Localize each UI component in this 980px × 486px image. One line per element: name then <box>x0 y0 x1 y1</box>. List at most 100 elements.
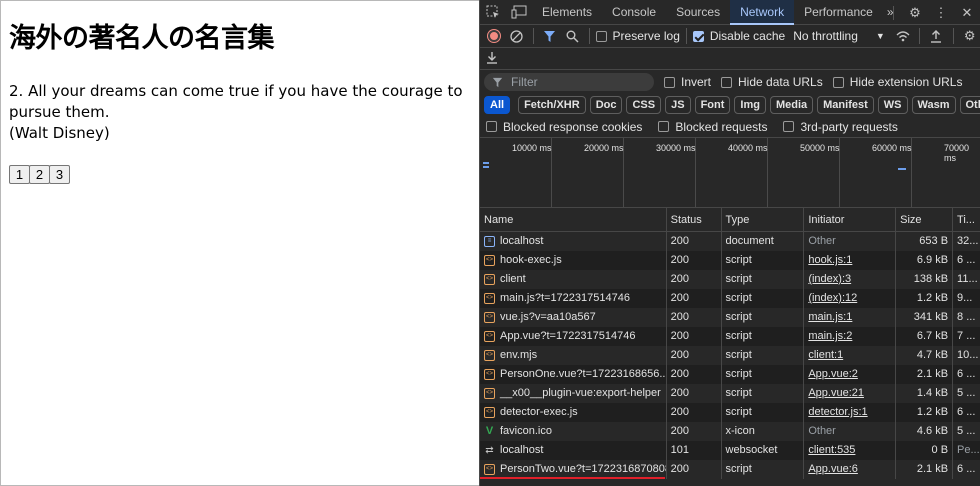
request-initiator-cell[interactable]: App.vue:2 <box>804 365 897 384</box>
page-3-button[interactable]: 3 <box>49 165 70 184</box>
request-name-cell[interactable]: <> client <box>480 270 667 289</box>
table-row[interactable]: ⇄ localhost 101 websocket client:535 0 B Pe... <box>480 441 980 460</box>
invert-checkbox[interactable]: Invert <box>664 75 711 89</box>
disable-cache-checkbox[interactable]: Disable cache <box>692 29 785 43</box>
request-initiator-cell[interactable]: client:535 <box>804 441 897 460</box>
search-icon[interactable] <box>562 25 582 47</box>
request-initiator-cell[interactable]: detector.js:1 <box>804 403 897 422</box>
preserve-log-checkbox[interactable]: Preserve log <box>595 29 680 43</box>
table-row[interactable]: <> main.js?t=1722317514746 200 script (index… <box>480 289 980 308</box>
network-settings-gear-icon[interactable]: ⚙ <box>960 25 980 47</box>
initiator-link[interactable]: main.js:2 <box>808 330 852 342</box>
request-name-cell[interactable]: <> hook-exec.js <box>480 251 667 270</box>
blocked-cookies-checkbox[interactable]: Blocked response cookies <box>486 120 642 134</box>
tab-elements[interactable]: Elements <box>532 0 602 25</box>
request-name-cell[interactable]: <> vue.js?v=aa10a567 <box>480 308 667 327</box>
request-initiator-cell[interactable]: (index):12 <box>804 289 897 308</box>
kebab-menu-icon[interactable]: ⋮ <box>928 0 954 25</box>
request-name-cell[interactable]: Vfavicon.ico <box>480 422 667 441</box>
request-initiator-cell[interactable]: App.vue:6 <box>804 460 897 479</box>
export-har-icon[interactable] <box>486 51 498 67</box>
table-row[interactable]: <> env.mjs 200 script client:1 4.7 kB 10... <box>480 346 980 365</box>
network-conditions-icon[interactable] <box>893 25 913 47</box>
gear-icon[interactable]: ⚙ <box>902 0 928 25</box>
type-filter-media[interactable]: Media <box>769 96 814 114</box>
tab-network[interactable]: Network <box>730 0 795 25</box>
timeline-label: 70000 ms <box>944 143 970 163</box>
tab-performance[interactable]: Performance <box>794 0 883 25</box>
type-filter-js[interactable]: JS <box>665 96 691 114</box>
clear-icon[interactable] <box>506 25 526 47</box>
page-2-button[interactable]: 2 <box>29 165 50 184</box>
table-row[interactable]: <> App.vue?t=1722317514746 200 script main.j… <box>480 327 980 346</box>
checkbox-box[interactable] <box>595 30 607 42</box>
column-header-status[interactable]: Status <box>667 208 722 231</box>
type-filter-doc[interactable]: Doc <box>589 96 623 114</box>
table-row[interactable]: ≡ localhost 200 document Other 653 B 32... <box>480 232 980 251</box>
table-row[interactable]: <> client 200 script (index):3 138 kB 11... <box>480 270 980 289</box>
checkbox-box-checked[interactable] <box>692 30 704 42</box>
hide-data-urls-checkbox[interactable]: Hide data URLs <box>721 75 823 89</box>
table-row[interactable]: <> vue.js?v=aa10a567 200 script main.js:1 341… <box>480 308 980 327</box>
table-row[interactable]: <> __x00__plugin-vue:export-helper 200 scri… <box>480 384 980 403</box>
table-row[interactable]: <> PersonOne.vue?t=17223168656... 200 scrip… <box>480 365 980 384</box>
table-row[interactable]: Vfavicon.ico 200 x-icon Other 4.6 kB 5 ... <box>480 422 980 441</box>
type-filter-other[interactable]: Other <box>959 96 980 114</box>
request-name-cell[interactable]: <> PersonOne.vue?t=17223168656... <box>480 365 667 384</box>
initiator-link[interactable]: detector.js:1 <box>808 406 867 418</box>
initiator-link[interactable]: hook.js:1 <box>808 254 852 266</box>
column-header-time[interactable]: Ti... <box>953 208 980 231</box>
filter-funnel-icon[interactable] <box>540 25 560 47</box>
type-filter-wasm[interactable]: Wasm <box>911 96 956 114</box>
request-name-cell[interactable]: <> __x00__plugin-vue:export-helper <box>480 384 667 403</box>
type-filter-font[interactable]: Font <box>694 96 731 114</box>
page-1-button[interactable]: 1 <box>9 165 30 184</box>
column-header-size[interactable]: Size <box>896 208 954 231</box>
request-name-cell[interactable]: ≡ localhost <box>480 232 667 251</box>
type-filter-fetch-xhr[interactable]: Fetch/XHR <box>518 96 586 114</box>
request-initiator-cell[interactable]: hook.js:1 <box>804 251 897 270</box>
request-initiator-cell[interactable]: client:1 <box>804 346 897 365</box>
initiator-link[interactable]: main.js:1 <box>808 311 852 323</box>
record-icon[interactable] <box>484 25 504 47</box>
tab-sources[interactable]: Sources <box>666 0 730 25</box>
close-icon[interactable]: ✕ <box>954 0 980 25</box>
third-party-requests-checkbox[interactable]: 3rd-party requests <box>783 120 898 134</box>
initiator-link[interactable]: (index):3 <box>808 273 851 285</box>
type-filter-manifest[interactable]: Manifest <box>817 96 874 114</box>
type-filter-css[interactable]: CSS <box>626 96 662 114</box>
request-name-cell[interactable]: <> main.js?t=1722317514746 <box>480 289 667 308</box>
script-file-icon: <> <box>484 312 495 323</box>
type-filter-ws[interactable]: WS <box>877 96 908 114</box>
initiator-link[interactable]: App.vue:6 <box>808 463 858 475</box>
type-filter-img[interactable]: Img <box>734 96 766 114</box>
column-header-initiator[interactable]: Initiator <box>804 208 897 231</box>
throttling-select[interactable]: No throttling ▼ <box>793 29 885 43</box>
tab-console[interactable]: Console <box>602 0 666 25</box>
initiator-link[interactable]: (index):12 <box>808 292 857 304</box>
column-header-name[interactable]: Name <box>480 208 667 231</box>
table-row[interactable]: <> hook-exec.js 200 script hook.js:1 6.9 kB 6 … <box>480 251 980 270</box>
request-initiator-cell[interactable]: App.vue:21 <box>804 384 897 403</box>
inspect-element-icon[interactable] <box>480 0 506 25</box>
blocked-requests-checkbox[interactable]: Blocked requests <box>658 120 767 134</box>
import-har-icon[interactable] <box>926 25 946 47</box>
initiator-link[interactable]: App.vue:2 <box>808 368 858 380</box>
request-name-cell[interactable]: <> env.mjs <box>480 346 667 365</box>
table-row[interactable]: <> detector-exec.js 200 script detector.js:1… <box>480 403 980 422</box>
request-initiator-cell[interactable]: main.js:2 <box>804 327 897 346</box>
filter-input[interactable]: Filter <box>484 73 654 91</box>
initiator-link[interactable]: client:535 <box>808 444 855 456</box>
request-initiator-cell[interactable]: (index):3 <box>804 270 897 289</box>
device-toolbar-icon[interactable] <box>506 0 532 25</box>
type-filter-all[interactable]: All <box>484 96 511 114</box>
network-overview-timeline[interactable]: 10000 ms 20000 ms 30000 ms 40000 ms 5000… <box>480 138 980 208</box>
column-header-type[interactable]: Type <box>722 208 805 231</box>
request-name-cell[interactable]: ⇄ localhost <box>480 441 667 460</box>
hide-extension-urls-checkbox[interactable]: Hide extension URLs <box>832 75 962 89</box>
initiator-link[interactable]: client:1 <box>808 349 843 361</box>
request-initiator-cell[interactable]: main.js:1 <box>804 308 897 327</box>
request-name-cell[interactable]: <> detector-exec.js <box>480 403 667 422</box>
initiator-link[interactable]: App.vue:21 <box>808 387 864 399</box>
request-name-cell[interactable]: <> App.vue?t=1722317514746 <box>480 327 667 346</box>
